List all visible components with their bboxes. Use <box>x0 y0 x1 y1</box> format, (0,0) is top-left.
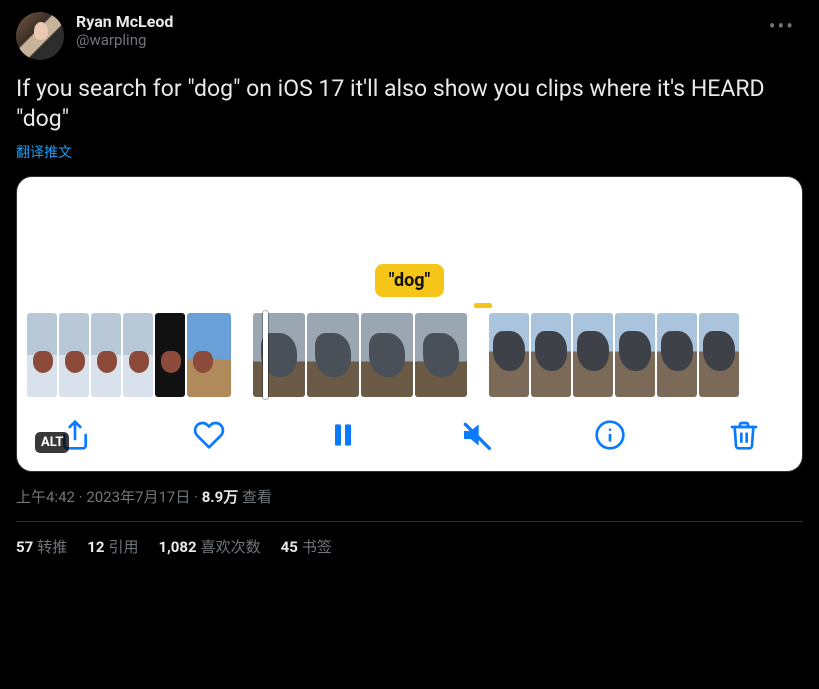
timeline-thumb[interactable] <box>59 313 89 397</box>
stat-num: 57 <box>16 538 33 556</box>
pause-icon[interactable] <box>327 419 359 451</box>
timeline-thumb[interactable] <box>615 313 655 397</box>
stat-label: 引用 <box>108 538 138 556</box>
timeline-thumb[interactable] <box>415 313 467 397</box>
info-icon[interactable] <box>594 419 626 451</box>
stat-label: 转推 <box>37 538 67 556</box>
playhead[interactable] <box>263 311 268 399</box>
timeline-thumb[interactable] <box>307 313 359 397</box>
translate-link[interactable]: 翻译推文 <box>16 142 803 162</box>
alt-badge[interactable]: ALT <box>35 432 69 453</box>
meta-date[interactable]: 2023年7月17日 <box>86 488 190 506</box>
mute-icon[interactable] <box>460 419 492 451</box>
caption-area: "dog" <box>17 193 802 303</box>
timeline-thumb[interactable] <box>573 313 613 397</box>
timeline-thumb[interactable] <box>187 313 231 397</box>
stat-num: 1,082 <box>158 538 196 556</box>
scrubber-marker-row <box>17 303 802 309</box>
tweet-header: Ryan McLeod @warpling ••• <box>16 12 803 60</box>
clip-group-2[interactable] <box>253 313 467 397</box>
trash-icon[interactable] <box>728 419 760 451</box>
stat-bookmarks[interactable]: 45书签 <box>281 536 332 557</box>
timeline-thumb[interactable] <box>155 313 185 397</box>
timeline-thumb[interactable] <box>489 313 529 397</box>
avatar[interactable] <box>16 12 64 60</box>
video-timeline[interactable] <box>17 313 802 397</box>
stat-num: 12 <box>87 538 104 556</box>
timeline-thumb[interactable] <box>361 313 413 397</box>
stats-row: 57转推 12引用 1,082 喜欢次数 45书签 <box>16 536 803 557</box>
divider <box>16 521 803 522</box>
timeline-thumb[interactable] <box>123 313 153 397</box>
clip-group-3[interactable] <box>489 313 739 397</box>
meta-sep: · <box>190 488 201 506</box>
timeline-thumb[interactable] <box>253 313 305 397</box>
stat-retweets[interactable]: 57转推 <box>16 536 67 557</box>
clip-group-1[interactable] <box>27 313 231 397</box>
stat-quotes[interactable]: 12引用 <box>87 536 138 557</box>
views-count[interactable]: 8.9万 <box>202 488 239 506</box>
tweet-text: If you search for "dog" on iOS 17 it'll … <box>16 74 803 134</box>
user-handle[interactable]: @warpling <box>76 31 761 49</box>
tweet-meta: 上午4:42 · 2023年7月17日 · 8.9万 查看 <box>16 486 803 507</box>
stat-num: 45 <box>281 538 298 556</box>
stat-label: 书签 <box>302 538 332 556</box>
user-block: Ryan McLeod @warpling <box>76 12 761 49</box>
timeline-thumb[interactable] <box>91 313 121 397</box>
timeline-thumb[interactable] <box>27 313 57 397</box>
stat-likes[interactable]: 1,082 喜欢次数 <box>158 536 260 557</box>
heart-icon[interactable] <box>193 419 225 451</box>
media-toolbar <box>17 397 802 451</box>
caption-pill: "dog" <box>375 264 445 297</box>
more-menu-button[interactable]: ••• <box>761 12 803 40</box>
tweet-container: Ryan McLeod @warpling ••• If you search … <box>0 0 819 557</box>
scrubber-marker <box>474 303 492 308</box>
meta-sep: · <box>75 488 86 506</box>
stat-label: 喜欢次数 <box>201 538 261 556</box>
views-label: 查看 <box>238 488 272 506</box>
display-name[interactable]: Ryan McLeod <box>76 12 761 31</box>
timeline-thumb[interactable] <box>699 313 739 397</box>
timeline-thumb[interactable] <box>657 313 697 397</box>
meta-time[interactable]: 上午4:42 <box>16 488 75 506</box>
media-card[interactable]: "dog" <box>16 176 803 472</box>
timeline-thumb[interactable] <box>531 313 571 397</box>
media-inner: "dog" <box>17 177 802 471</box>
